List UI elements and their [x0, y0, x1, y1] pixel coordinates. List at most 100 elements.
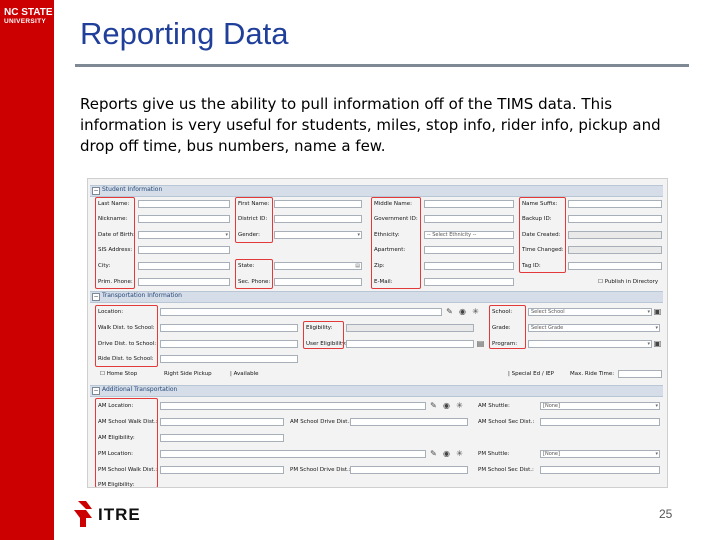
special-ed-checkbox[interactable]: | Special Ed / IEP: [508, 371, 554, 377]
pm-school-walk-field[interactable]: [160, 466, 284, 474]
edit-pencil-icon[interactable]: ✎: [429, 449, 438, 458]
am-shuttle-value: [None]: [543, 403, 560, 409]
government-id-field[interactable]: [424, 215, 514, 223]
location-field[interactable]: [160, 308, 442, 316]
am-school-sec-dist-field[interactable]: [540, 418, 660, 426]
walk-dist-field[interactable]: [160, 324, 298, 332]
slide-body-text: Reports give us the ability to pull info…: [80, 95, 661, 155]
section-student-information[interactable]: − Student Information: [90, 185, 663, 197]
eligibility-field: [346, 324, 474, 332]
title-divider: [75, 64, 689, 67]
am-school-walk-field[interactable]: [160, 418, 284, 426]
map-lookup-icon[interactable]: ◉: [442, 401, 451, 410]
highlight-box-col4: [519, 197, 566, 273]
section-title: Additional Transportation: [102, 386, 178, 393]
chevron-down-icon: ▾: [647, 309, 650, 315]
am-school-sec-dist-label: AM School Sec Dist.:: [478, 419, 535, 425]
middle-name-field[interactable]: [424, 200, 514, 208]
highlight-box-col1: [95, 197, 135, 289]
state-field[interactable]: ▤: [274, 262, 362, 270]
max-ride-time-field[interactable]: [618, 370, 662, 378]
am-school-drive-field[interactable]: [350, 418, 468, 426]
tag-id-field[interactable]: [568, 262, 662, 270]
grade-select[interactable]: Select Grade ▾: [528, 324, 660, 332]
lookup-icon: ▤: [355, 263, 360, 269]
slide-title: Reporting Data: [80, 16, 289, 51]
nickname-field[interactable]: [138, 215, 230, 223]
backup-id-field[interactable]: [568, 215, 662, 223]
map-lookup-icon[interactable]: ◉: [458, 307, 467, 316]
pm-location-field[interactable]: [160, 450, 426, 458]
itre-logo-text: ITRE: [98, 505, 141, 524]
pm-school-sec-dist-field[interactable]: [540, 466, 660, 474]
gender-select[interactable]: ▾: [274, 231, 362, 239]
first-name-field[interactable]: [274, 200, 362, 208]
page-number: 25: [659, 507, 673, 521]
am-eligibility-field[interactable]: [160, 434, 284, 442]
am-location-field[interactable]: [160, 402, 426, 410]
edit-pencil-icon[interactable]: ✎: [429, 401, 438, 410]
lookup-icon[interactable]: ▤: [476, 339, 485, 348]
nc-state-logo: NC STATE UNIVERSITY: [4, 8, 53, 26]
chevron-down-icon: ▾: [655, 403, 658, 409]
calendar-dropdown-icon: ▾: [225, 232, 228, 238]
ride-dist-field[interactable]: [160, 355, 298, 363]
publish-in-directory-label: Publish in Directory: [604, 279, 659, 285]
last-name-field[interactable]: [138, 200, 230, 208]
logo-line-1: NC STATE: [4, 7, 53, 18]
school-info-icon[interactable]: ▣: [653, 307, 662, 316]
home-stop-checkbox[interactable]: ☐ Home Stop: [100, 371, 137, 377]
sec-phone-field[interactable]: [274, 278, 362, 286]
collapse-toggle-icon[interactable]: −: [92, 293, 100, 301]
collapse-toggle-icon[interactable]: −: [92, 387, 100, 395]
highlight-box-col2-bottom: [235, 259, 273, 289]
highlight-box-col3: [371, 197, 421, 289]
chevron-down-icon: ▾: [357, 232, 360, 238]
special-ed-label: Special Ed / IEP: [511, 371, 554, 377]
ethnicity-select[interactable]: -- Select Ethnicity --: [424, 231, 514, 239]
section-transportation-information[interactable]: − Transportation Information: [90, 291, 663, 303]
program-select[interactable]: ▾: [528, 340, 652, 348]
edit-pencil-icon[interactable]: ✎: [445, 307, 454, 316]
pm-school-sec-dist-label: PM School Sec Dist.:: [478, 467, 534, 473]
sis-address-field[interactable]: [138, 246, 230, 254]
program-info-icon[interactable]: ▣: [653, 339, 662, 348]
user-eligibility-field[interactable]: [346, 340, 474, 348]
am-shuttle-select[interactable]: [None] ▾: [540, 402, 660, 410]
available-checkbox[interactable]: | Available: [230, 371, 259, 377]
section-title: Transportation Information: [102, 292, 182, 299]
name-suffix-field[interactable]: [568, 200, 662, 208]
clear-icon[interactable]: ✳: [471, 307, 480, 316]
school-value: Select School: [531, 309, 565, 315]
drive-dist-field[interactable]: [160, 340, 298, 348]
highlight-box-school: [489, 305, 526, 349]
itre-logo-mark-icon: [74, 501, 92, 527]
max-ride-time-label: Max. Ride Time:: [570, 371, 615, 377]
highlight-box-col2-top: [235, 197, 273, 243]
apartment-field[interactable]: [424, 246, 514, 254]
right-side-pickup-checkbox[interactable]: Right Side Pickup: [164, 371, 212, 377]
right-side-pickup-label: Right Side Pickup: [164, 371, 212, 377]
collapse-toggle-icon[interactable]: −: [92, 187, 100, 195]
pm-school-drive-field[interactable]: [350, 466, 468, 474]
district-id-field[interactable]: [274, 215, 362, 223]
home-stop-label: Home Stop: [106, 371, 138, 377]
date-of-birth-field[interactable]: ▾: [138, 231, 230, 239]
map-lookup-icon[interactable]: ◉: [442, 449, 451, 458]
prim-phone-field[interactable]: [138, 278, 230, 286]
pm-shuttle-label: PM Shuttle:: [478, 451, 510, 457]
publish-in-directory-checkbox[interactable]: ☐ Publish in Directory: [598, 279, 658, 285]
pm-shuttle-select[interactable]: [None] ▾: [540, 450, 660, 458]
available-label: Available: [233, 371, 259, 377]
red-sidebar: NC STATE UNIVERSITY: [0, 0, 54, 540]
section-additional-transportation[interactable]: − Additional Transportation: [90, 385, 663, 397]
email-field[interactable]: [424, 278, 514, 286]
date-created-field: [568, 231, 662, 239]
section-title: Student Information: [102, 186, 163, 193]
city-field[interactable]: [138, 262, 230, 270]
school-select[interactable]: Select School ▾: [528, 308, 652, 316]
pm-shuttle-value: [None]: [543, 451, 560, 457]
clear-icon[interactable]: ✳: [455, 401, 464, 410]
zip-field[interactable]: [424, 262, 514, 270]
clear-icon[interactable]: ✳: [455, 449, 464, 458]
